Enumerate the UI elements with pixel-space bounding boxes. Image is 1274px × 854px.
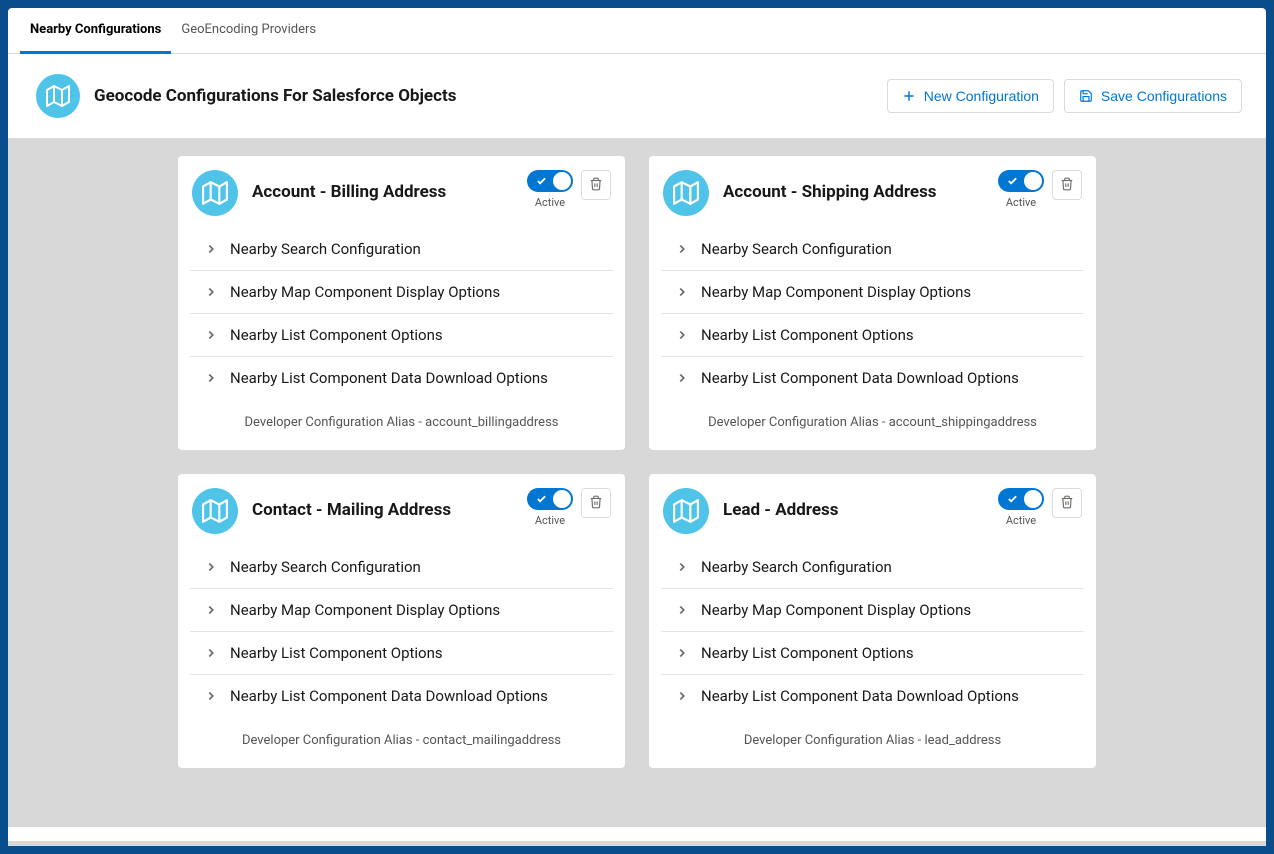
chevron-right-icon — [194, 603, 218, 617]
card-footer: Developer Configuration Alias - account_… — [649, 399, 1096, 450]
section-row[interactable]: Nearby List Component Data Download Opti… — [190, 357, 613, 399]
check-icon — [536, 172, 547, 191]
section-row[interactable]: Nearby Search Configuration — [661, 228, 1084, 271]
section-label: Nearby List Component Data Download Opti… — [230, 687, 548, 705]
section-row[interactable]: Nearby List Component Options — [190, 632, 613, 675]
section-row[interactable]: Nearby List Component Data Download Opti… — [661, 675, 1084, 717]
config-card: Account - Billing Address Active Nearby Se… — [178, 156, 625, 450]
section-label: Nearby Map Component Display Options — [701, 283, 971, 301]
map-icon — [663, 488, 709, 534]
card-footer: Developer Configuration Alias - account_… — [178, 399, 625, 450]
active-label: Active — [535, 514, 565, 527]
delete-button[interactable] — [581, 488, 611, 518]
delete-button[interactable] — [1052, 488, 1082, 518]
bottom-bar — [8, 827, 1266, 841]
active-label: Active — [535, 196, 565, 209]
card-title: Account - Shipping Address — [723, 170, 984, 202]
card-title: Contact - Mailing Address — [252, 488, 513, 520]
section-label: Nearby List Component Options — [230, 326, 443, 344]
section-row[interactable]: Nearby Search Configuration — [190, 228, 613, 271]
check-icon — [1007, 172, 1018, 191]
chevron-right-icon — [665, 603, 689, 617]
tab-geoencoding-providers[interactable]: GeoEncoding Providers — [171, 8, 326, 54]
new-configuration-button[interactable]: New Configuration — [887, 79, 1054, 113]
section-label: Nearby Search Configuration — [701, 240, 892, 258]
trash-icon — [1060, 176, 1074, 195]
section-label: Nearby Search Configuration — [230, 240, 421, 258]
active-label: Active — [1006, 514, 1036, 527]
section-label: Nearby List Component Options — [230, 644, 443, 662]
section-row[interactable]: Nearby List Component Options — [661, 632, 1084, 675]
section-label: Nearby Map Component Display Options — [701, 601, 971, 619]
section-label: Nearby List Component Data Download Opti… — [230, 369, 548, 387]
map-icon — [192, 488, 238, 534]
config-card: Account - Shipping Address Active Nearby S… — [649, 156, 1096, 450]
save-icon — [1079, 89, 1093, 103]
map-icon — [36, 74, 80, 118]
section-label: Nearby List Component Options — [701, 326, 914, 344]
save-configurations-label: Save Configurations — [1101, 88, 1227, 104]
section-row[interactable]: Nearby Map Component Display Options — [661, 589, 1084, 632]
chevron-right-icon — [665, 646, 689, 660]
section-label: Nearby Map Component Display Options — [230, 283, 500, 301]
active-toggle[interactable] — [527, 488, 573, 510]
card-footer: Developer Configuration Alias - contact_… — [178, 717, 625, 768]
card-footer: Developer Configuration Alias - lead_add… — [649, 717, 1096, 768]
section-label: Nearby List Component Options — [701, 644, 914, 662]
trash-icon — [589, 176, 603, 195]
check-icon — [1007, 490, 1018, 509]
section-label: Nearby Search Configuration — [230, 558, 421, 576]
chevron-right-icon — [665, 371, 689, 385]
tab-nearby-configurations[interactable]: Nearby Configurations — [20, 8, 171, 54]
chevron-right-icon — [194, 646, 218, 660]
map-icon — [192, 170, 238, 216]
chevron-right-icon — [194, 242, 218, 256]
section-row[interactable]: Nearby List Component Options — [661, 314, 1084, 357]
chevron-right-icon — [665, 285, 689, 299]
active-toggle[interactable] — [527, 170, 573, 192]
tabs: Nearby Configurations GeoEncoding Provid… — [8, 8, 1266, 54]
trash-icon — [1060, 494, 1074, 513]
delete-button[interactable] — [581, 170, 611, 200]
section-row[interactable]: Nearby Map Component Display Options — [190, 271, 613, 314]
chevron-right-icon — [194, 371, 218, 385]
section-label: Nearby List Component Data Download Opti… — [701, 369, 1019, 387]
config-card: Lead - Address Active Nearby Search Config… — [649, 474, 1096, 768]
active-label: Active — [1006, 196, 1036, 209]
section-row[interactable]: Nearby List Component Data Download Opti… — [190, 675, 613, 717]
chevron-right-icon — [665, 328, 689, 342]
chevron-right-icon — [665, 242, 689, 256]
trash-icon — [589, 494, 603, 513]
plus-icon — [902, 89, 916, 103]
section-label: Nearby Search Configuration — [701, 558, 892, 576]
section-row[interactable]: Nearby List Component Options — [190, 314, 613, 357]
chevron-right-icon — [194, 328, 218, 342]
delete-button[interactable] — [1052, 170, 1082, 200]
chevron-right-icon — [194, 689, 218, 703]
active-toggle[interactable] — [998, 170, 1044, 192]
active-toggle[interactable] — [998, 488, 1044, 510]
chevron-right-icon — [665, 560, 689, 574]
card-title: Lead - Address — [723, 488, 984, 520]
section-row[interactable]: Nearby Search Configuration — [661, 546, 1084, 589]
content-area: Account - Billing Address Active Nearby Se… — [8, 138, 1266, 846]
section-row[interactable]: Nearby Map Component Display Options — [190, 589, 613, 632]
save-configurations-button[interactable]: Save Configurations — [1064, 79, 1242, 113]
section-row[interactable]: Nearby Map Component Display Options — [661, 271, 1084, 314]
chevron-right-icon — [194, 560, 218, 574]
section-row[interactable]: Nearby List Component Data Download Opti… — [661, 357, 1084, 399]
page-title: Geocode Configurations For Salesforce Ob… — [94, 86, 877, 106]
page-header: Geocode Configurations For Salesforce Ob… — [8, 54, 1266, 138]
map-icon — [663, 170, 709, 216]
new-configuration-label: New Configuration — [924, 88, 1039, 104]
chevron-right-icon — [665, 689, 689, 703]
check-icon — [536, 490, 547, 509]
card-title: Account - Billing Address — [252, 170, 513, 202]
chevron-right-icon — [194, 285, 218, 299]
section-row[interactable]: Nearby Search Configuration — [190, 546, 613, 589]
config-card: Contact - Mailing Address Active Nearby Se… — [178, 474, 625, 768]
section-label: Nearby List Component Data Download Opti… — [701, 687, 1019, 705]
section-label: Nearby Map Component Display Options — [230, 601, 500, 619]
